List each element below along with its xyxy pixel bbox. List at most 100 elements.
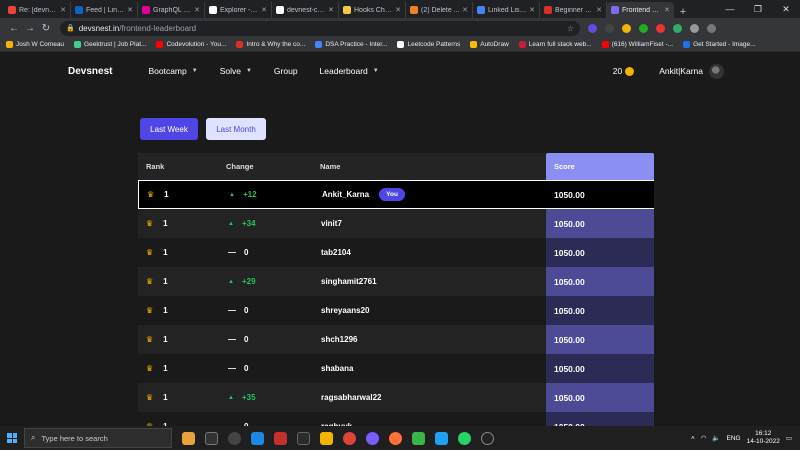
obs-icon[interactable] — [481, 431, 494, 445]
browser-tab[interactable]: Re: [devnest...✕ — [4, 2, 71, 18]
app-icon[interactable] — [435, 431, 448, 445]
puzzle-icon[interactable] — [690, 23, 699, 33]
file-explorer-icon[interactable] — [320, 431, 333, 445]
vscode-icon[interactable] — [251, 431, 264, 445]
volume-icon[interactable]: 🔈 — [712, 434, 720, 442]
new-tab-button[interactable]: + — [674, 6, 692, 18]
back-icon[interactable]: ← — [6, 23, 22, 34]
browser-tab[interactable]: Explorer - G...✕ — [205, 2, 272, 18]
browser-tab[interactable]: (2) Delete ... ✕ — [406, 2, 473, 18]
tab-close-icon[interactable]: ✕ — [261, 6, 267, 14]
user-name[interactable]: Ankit_Karna — [322, 190, 369, 199]
bookmark-item[interactable]: Intro & Why the co... — [236, 41, 305, 48]
table-row[interactable]: ♛ 1—0 shabana 1050.00 — [138, 354, 654, 383]
bookmark-item[interactable]: Codevolution - You... — [156, 41, 226, 48]
browser-tab[interactable]: GraphQL P... ✕ — [138, 2, 205, 18]
task-view-icon[interactable] — [205, 431, 218, 445]
browser-tab[interactable]: Frontend Le... ✕ — [607, 2, 674, 18]
table-row[interactable]: ♛ 1 ▲ +34 vinit7 1050.00 — [138, 209, 654, 238]
bookmark-item[interactable]: AutoDraw — [470, 41, 509, 48]
table-row[interactable]: ♛ 1 ▲ +12 Ankit_Karna You 1050.00 — [138, 180, 654, 209]
table-row[interactable]: ♛ 1—0 shreyaans20 1050.00 — [138, 296, 654, 325]
extension-icon[interactable] — [639, 23, 648, 33]
bookmark-favicon-icon — [683, 41, 691, 48]
avatar[interactable] — [709, 63, 724, 79]
extension-icon[interactable] — [588, 23, 597, 33]
taskbar-search-input[interactable]: ⌕ Type here to search — [24, 428, 172, 448]
bookmark-item[interactable]: (616) WilliamFiset -... — [601, 41, 673, 48]
reload-icon[interactable]: ↻ — [38, 23, 54, 34]
user-name[interactable]: singhamit2761 — [321, 277, 377, 286]
nav-item-solve[interactable]: Solve ▼ — [220, 66, 252, 76]
tab-close-icon[interactable]: ✕ — [127, 6, 133, 14]
extension-icon[interactable] — [656, 23, 665, 33]
browser-tab[interactable]: devnest-co... ✕ — [272, 2, 339, 18]
notification-icon[interactable]: ▭ — [786, 434, 792, 442]
app-icon[interactable] — [412, 431, 425, 445]
firefox-icon[interactable] — [389, 431, 402, 445]
browser-tab[interactable]: Hooks Chea...✕ — [339, 2, 406, 18]
tab-close-icon[interactable]: ✕ — [664, 6, 670, 14]
user-name[interactable]: shabana — [321, 364, 353, 373]
username[interactable]: Ankit|Karna — [659, 66, 703, 76]
chrome-canary-icon[interactable] — [366, 431, 379, 445]
table-row[interactable]: ♛ 1 ▲ +29 singhamit2761 1050.00 — [138, 267, 654, 296]
last-week-button[interactable]: Last Week — [140, 118, 198, 140]
start-button[interactable] — [0, 426, 24, 450]
forward-icon[interactable]: → — [22, 23, 38, 34]
table-row[interactable]: ♛1—0raghuvk1050.00 — [138, 412, 654, 426]
browser-tab[interactable]: Linked List... ✕ — [473, 2, 540, 18]
crown-icon: ♛ — [146, 364, 154, 373]
bookmark-favicon-icon — [601, 41, 609, 48]
tab-close-icon[interactable]: ✕ — [395, 6, 401, 14]
bookmark-star-icon[interactable]: ☆ — [567, 24, 574, 33]
table-row[interactable]: ♛ 1—0 shch1296 1050.00 — [138, 325, 654, 354]
bookmark-item[interactable]: Josh W Comeau — [6, 41, 64, 48]
user-name[interactable]: ragsabharwal22 — [321, 393, 381, 402]
bookmark-item[interactable]: Get Started - Image... — [683, 41, 756, 48]
minimize-icon[interactable]: — — [716, 0, 744, 18]
nav-item-leaderboard[interactable]: Leaderboard ▼ — [320, 66, 379, 76]
user-name[interactable]: tab2104 — [321, 248, 351, 257]
user-name[interactable]: shreyaans20 — [321, 306, 369, 315]
network-icon[interactable]: ◠ — [701, 434, 707, 442]
extension-icon[interactable] — [622, 23, 631, 33]
maximize-icon[interactable]: ❐ — [744, 0, 772, 18]
user-name[interactable]: vinit7 — [321, 219, 342, 228]
github-icon[interactable] — [228, 431, 241, 445]
tab-close-icon[interactable]: ✕ — [529, 6, 535, 14]
bookmark-item[interactable]: DSA Practice - Inter... — [315, 41, 387, 48]
extension-icon[interactable] — [605, 23, 614, 33]
bookmark-item[interactable]: Leetcode Patterns — [397, 41, 460, 48]
table-row[interactable]: ♛ 1 ▲ +35 ragsabharwal22 1050.00 — [138, 383, 654, 412]
bookmark-item[interactable]: Learn full stack web... — [518, 41, 592, 48]
extension-icon[interactable] — [673, 23, 682, 33]
browser-tab[interactable]: Feed | Linked...✕ — [71, 2, 138, 18]
brand-logo[interactable]: Devsnest — [68, 66, 112, 77]
browser-tab[interactable]: Beginner L... ✕ — [540, 2, 607, 18]
table-row[interactable]: ♛ 1—0 tab2104 1050.00 — [138, 238, 654, 267]
tab-close-icon[interactable]: ✕ — [194, 6, 200, 14]
tray-chevron-icon[interactable]: ˄ — [691, 435, 695, 442]
chrome-icon[interactable] — [343, 431, 356, 445]
clock[interactable]: 16:12 14-10-2022 — [747, 430, 780, 446]
profile-icon[interactable] — [707, 23, 716, 33]
url-input[interactable]: 🔒 devsnest.in /frontend-leaderboard ☆ — [60, 20, 580, 36]
tab-close-icon[interactable]: ✕ — [596, 6, 602, 14]
close-window-icon[interactable]: ✕ — [772, 0, 800, 18]
bookmark-item[interactable]: Geektrust | Job Plat... — [74, 41, 146, 48]
tab-close-icon[interactable]: ✕ — [60, 6, 66, 14]
nav-item-bootcamp[interactable]: Bootcamp ▼ — [148, 66, 197, 76]
tab-close-icon[interactable]: ✕ — [328, 6, 334, 14]
terminal-icon[interactable] — [297, 431, 310, 445]
whatsapp-icon[interactable] — [458, 431, 471, 445]
tab-close-icon[interactable]: ✕ — [462, 6, 468, 14]
nav-item-group[interactable]: Group — [274, 66, 298, 76]
intellij-icon[interactable] — [274, 431, 287, 445]
last-month-button[interactable]: Last Month — [206, 118, 266, 140]
crown-icon: ♛ — [146, 335, 154, 344]
user-name[interactable]: shch1296 — [321, 335, 357, 344]
name-cell: tab2104 — [321, 248, 351, 257]
news-widget-icon[interactable] — [182, 431, 195, 445]
language-indicator[interactable]: ENG — [727, 435, 741, 442]
